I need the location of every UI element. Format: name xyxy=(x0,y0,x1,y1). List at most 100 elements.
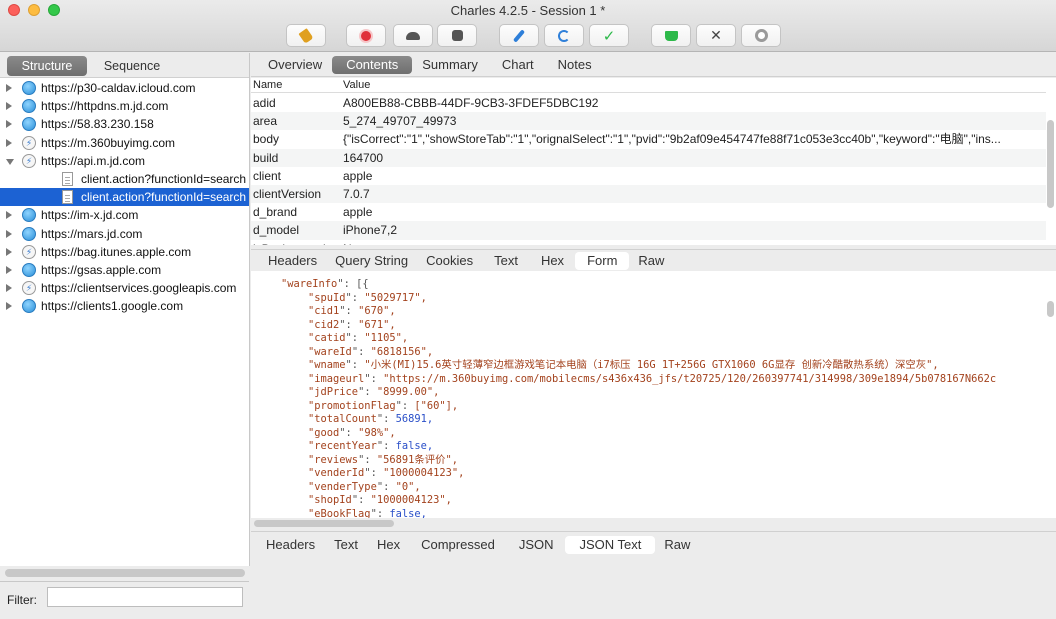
json-horizontal-scrollbar[interactable] xyxy=(254,520,394,527)
tab-response-hex[interactable]: Hex xyxy=(370,536,407,554)
json-key: cid1 xyxy=(314,305,340,317)
validate-button[interactable]: ✓ xyxy=(589,24,629,47)
tab-summary[interactable]: Summary xyxy=(415,56,485,74)
settings-button[interactable] xyxy=(741,24,781,47)
repeat-button[interactable] xyxy=(544,24,584,47)
titlebar: Charles 4.2.5 - Session 1 * ✓ ✕ xyxy=(0,0,1056,52)
json-key: recentYear xyxy=(314,440,377,452)
breakpoints-button[interactable] xyxy=(437,24,477,47)
json-key: wareId xyxy=(314,345,352,358)
disclosure-collapsed-icon[interactable] xyxy=(6,120,12,129)
disclosure-collapsed-icon[interactable] xyxy=(6,102,12,111)
table-row[interactable]: build 164700 xyxy=(251,148,1046,167)
tools-button[interactable]: ✕ xyxy=(696,24,736,47)
structure-tabbar: Structure Sequence xyxy=(0,53,249,78)
tree-item[interactable]: https://clients1.google.com xyxy=(0,297,249,315)
param-value: 5_274_49707_49973 xyxy=(343,114,457,129)
basket-button[interactable] xyxy=(651,24,691,47)
tree-item[interactable]: https://gsas.apple.com xyxy=(0,261,249,279)
tab-contents[interactable]: Contents xyxy=(332,55,413,74)
tab-response-json[interactable]: JSON xyxy=(509,536,564,554)
tree-item-label: https://p30-caldav.icloud.com xyxy=(41,81,196,95)
value-column-header[interactable]: Value xyxy=(343,78,1043,92)
name-column-header[interactable]: Name xyxy=(253,78,282,92)
tab-response-text[interactable]: Text xyxy=(324,536,368,554)
table-row[interactable]: d_model iPhone7,2 xyxy=(251,221,1046,240)
json-value: [{ xyxy=(356,278,369,290)
tab-headers[interactable]: Headers xyxy=(261,252,324,270)
table-row[interactable]: area 5_274_49707_49973 xyxy=(251,112,1046,131)
tree-item[interactable]: https://58.83.230.158 xyxy=(0,115,249,133)
tree-item[interactable]: https://im-x.jd.com xyxy=(0,206,249,224)
json-value: "670", xyxy=(358,305,396,317)
tree-item[interactable]: https://httpdns.m.jd.com xyxy=(0,97,249,115)
table-row[interactable]: adid A800EB88-CBBB-44DF-9CB3-3FDEF5DBC192 xyxy=(251,94,1046,113)
disclosure-collapsed-icon[interactable] xyxy=(6,247,12,256)
disclosure-collapsed-icon[interactable] xyxy=(6,265,12,274)
json-line: "wareId": "6818156", xyxy=(308,345,434,358)
table-row[interactable]: body {"isCorrect":"1","showStoreTab":"1",… xyxy=(251,130,1046,149)
tree-item[interactable]: client.action?functionId=search xyxy=(0,170,249,188)
table-vertical-scrollbar[interactable] xyxy=(1047,120,1054,208)
tab-response-raw[interactable]: Raw xyxy=(657,536,697,554)
json-value: "56891条评价", xyxy=(376,453,459,466)
disclosure-collapsed-icon[interactable] xyxy=(6,84,12,92)
param-value: iPhone7,2 xyxy=(343,223,398,238)
table-header: Name Value xyxy=(251,78,1046,93)
tab-notes[interactable]: Notes xyxy=(551,56,599,74)
tree-horizontal-scrollbar[interactable] xyxy=(5,569,245,577)
tab-response-compressed[interactable]: Compressed xyxy=(409,536,507,554)
tab-text[interactable]: Text xyxy=(482,252,530,270)
json-key: venderType xyxy=(314,480,377,493)
json-line: "venderId": "1000004123", xyxy=(308,467,465,479)
tab-hex[interactable]: Hex xyxy=(532,252,573,270)
json-key: spuId xyxy=(314,291,346,304)
filter-input[interactable] xyxy=(47,587,243,607)
tree-item-label: https://clients1.google.com xyxy=(41,299,184,314)
disclosure-collapsed-icon[interactable] xyxy=(6,284,12,293)
record-button[interactable] xyxy=(346,24,386,47)
disclosure-expanded-icon[interactable] xyxy=(6,158,14,165)
tree-item[interactable]: ⚡ https://m.360buyimg.com xyxy=(0,134,249,152)
tree-item[interactable]: ⚡ https://bag.itunes.apple.com xyxy=(0,243,249,261)
tab-response-headers[interactable]: Headers xyxy=(259,536,322,554)
tools-icon: ✕ xyxy=(710,27,722,43)
json-text-view[interactable]: "wareInfo": [{"spuId": "5029717", "cid1":… xyxy=(251,271,1056,518)
compose-button[interactable] xyxy=(499,24,539,47)
tab-form[interactable]: Form xyxy=(575,252,630,270)
json-value: "5029717", xyxy=(364,291,427,304)
json-value: 56891, xyxy=(395,413,434,425)
tree-item[interactable]: ⚡ https://clientservices.googleapis.com xyxy=(0,279,249,297)
table-row[interactable]: clientVersion 7.0.7 xyxy=(251,185,1046,204)
throttle-button[interactable] xyxy=(393,24,433,47)
json-value: "1105", xyxy=(364,332,409,344)
disclosure-collapsed-icon[interactable] xyxy=(6,211,12,220)
table-row[interactable]: d_brand apple xyxy=(251,203,1046,222)
filter-bar: Filter: xyxy=(0,581,249,619)
tab-overview[interactable]: Overview xyxy=(261,56,329,74)
filter-label: Filter: xyxy=(7,593,37,607)
response-tabbar: Headers Text Hex Compressed JSON JSON Te… xyxy=(251,531,1056,557)
tab-raw[interactable]: Raw xyxy=(631,252,671,270)
table-row[interactable]: client apple xyxy=(251,166,1046,185)
disclosure-collapsed-icon[interactable] xyxy=(6,138,12,147)
structure-panel: Structure Sequence https://p30-caldav.ic… xyxy=(0,53,250,619)
disclosure-collapsed-icon[interactable] xyxy=(6,229,12,238)
tab-cookies[interactable]: Cookies xyxy=(419,252,480,270)
table-row[interactable]: isBackground N xyxy=(251,239,1046,245)
tree-item[interactable]: client.action?functionId=search xyxy=(0,188,249,207)
tree-item[interactable]: https://mars.jd.com xyxy=(0,225,249,243)
clear-session-button[interactable] xyxy=(286,24,326,47)
param-name: body xyxy=(253,132,280,147)
json-key: wareInfo xyxy=(287,278,338,290)
tab-response-json-text[interactable]: JSON Text xyxy=(565,535,656,554)
tree-item[interactable]: https://p30-caldav.icloud.com xyxy=(0,79,249,97)
tab-query-string[interactable]: Query String xyxy=(326,252,417,270)
json-vertical-scrollbar[interactable] xyxy=(1047,301,1054,317)
tab-chart[interactable]: Chart xyxy=(488,56,548,74)
tab-sequence[interactable]: Sequence xyxy=(92,56,172,76)
disclosure-collapsed-icon[interactable] xyxy=(6,302,12,311)
document-icon xyxy=(62,171,73,186)
tree-item[interactable]: ⚡ https://api.m.jd.com xyxy=(0,152,249,170)
tab-structure[interactable]: Structure xyxy=(7,56,87,76)
